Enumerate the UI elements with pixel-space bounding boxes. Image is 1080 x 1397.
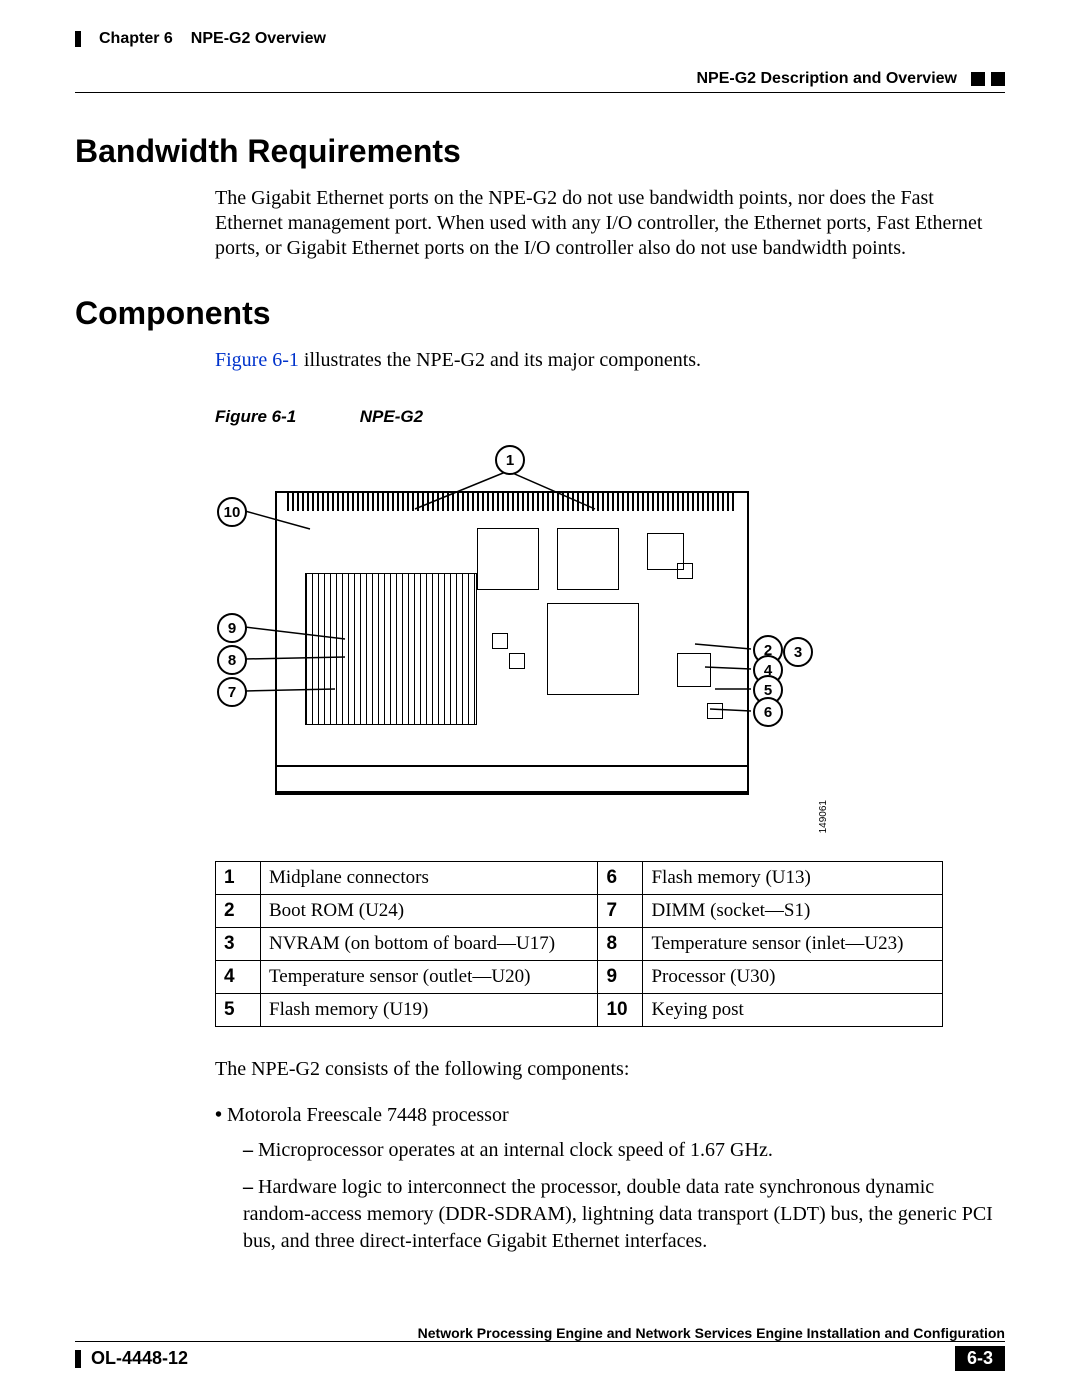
board-illustration [275, 491, 749, 795]
heading-components: Components [75, 295, 1005, 332]
component-icon [492, 633, 508, 649]
callout-9: 9 [217, 613, 247, 643]
post-table-paragraph: The NPE-G2 consists of the following com… [215, 1057, 1005, 1082]
figure-number: Figure 6-1 [215, 407, 355, 427]
faceplate-icon [275, 765, 749, 793]
footer-doc-title: Network Processing Engine and Network Se… [75, 1325, 1005, 1341]
table-num: 7 [598, 895, 643, 928]
figure-wrap: 1 2 3 4 5 6 7 8 9 10 149061 [215, 439, 1005, 839]
page-footer: Network Processing Engine and Network Se… [75, 1325, 1005, 1371]
table-desc: Temperature sensor (outlet—U20) [261, 961, 598, 994]
component-icon [677, 563, 693, 579]
table-num: 6 [598, 862, 643, 895]
table-num: 9 [598, 961, 643, 994]
table-num: 4 [216, 961, 261, 994]
table-num: 3 [216, 928, 261, 961]
components-table: 1Midplane connectors6Flash memory (U13)2… [215, 861, 943, 1027]
table-desc: DIMM (socket—S1) [643, 895, 943, 928]
table-row: 4Temperature sensor (outlet—U20)9Process… [216, 961, 943, 994]
chip-icon [547, 603, 639, 695]
components-intro: Figure 6-1 illustrates the NPE-G2 and it… [215, 348, 1005, 373]
table-row: 1Midplane connectors6Flash memory (U13) [216, 862, 943, 895]
table-desc: Boot ROM (U24) [261, 895, 598, 928]
callout-6: 6 [753, 697, 783, 727]
figure-caption: Figure 6-1 NPE-G2 [215, 407, 1005, 427]
chip-icon [677, 653, 711, 687]
heading-bandwidth: Bandwidth Requirements [75, 133, 1005, 170]
heatsink-icon [305, 573, 477, 725]
header-chapter: Chapter 6 [99, 30, 173, 48]
bullet-processor-text: Motorola Freescale 7448 processor [227, 1104, 509, 1126]
table-num: 5 [216, 994, 261, 1027]
table-desc: Midplane connectors [261, 862, 598, 895]
footer-rule [75, 1341, 1005, 1342]
component-icon [509, 653, 525, 669]
npe-g2-figure: 1 2 3 4 5 6 7 8 9 10 149061 [215, 439, 795, 839]
table-desc: NVRAM (on bottom of board—U17) [261, 928, 598, 961]
component-bullets: Motorola Freescale 7448 processor Microp… [215, 1102, 1005, 1255]
table-desc: Keying post [643, 994, 943, 1027]
table-num: 10 [598, 994, 643, 1027]
component-icon [707, 703, 723, 719]
chip-icon [557, 528, 619, 590]
footer-left: OL-4448-12 [75, 1348, 188, 1369]
chip-icon [477, 528, 539, 590]
header-left: Chapter 6 NPE-G2 Overview [75, 30, 326, 48]
callout-7: 7 [217, 677, 247, 707]
header-title: NPE-G2 Overview [191, 30, 326, 48]
callout-8: 8 [217, 645, 247, 675]
table-row: 2Boot ROM (U24)7DIMM (socket—S1) [216, 895, 943, 928]
figure-reference-link[interactable]: Figure 6-1 [215, 349, 299, 371]
midplane-connectors-icon [287, 493, 737, 511]
header-right: NPE-G2 Description and Overview [696, 70, 1005, 88]
figure-title: NPE-G2 [360, 407, 423, 426]
table-row: 5Flash memory (U19)10Keying post [216, 994, 943, 1027]
table-desc: Flash memory (U13) [643, 862, 943, 895]
table-row: 3NVRAM (on bottom of board—U17)8Temperat… [216, 928, 943, 961]
subbullet-clock: Microprocessor operates at an internal c… [243, 1137, 1005, 1164]
subbullet-hardware: Hardware logic to interconnect the proce… [243, 1174, 1005, 1255]
bullet-processor: Motorola Freescale 7448 processor Microp… [215, 1102, 1005, 1255]
table-desc: Processor (U30) [643, 961, 943, 994]
table-num: 8 [598, 928, 643, 961]
footer-bar-icon [75, 1350, 81, 1368]
header-squares-icon [971, 72, 1005, 86]
table-num: 2 [216, 895, 261, 928]
callout-10: 10 [217, 497, 247, 527]
header-section: NPE-G2 Description and Overview [696, 70, 957, 88]
header-rule [75, 92, 1005, 93]
header-bar-icon [75, 31, 81, 47]
footer-doc-code: OL-4448-12 [91, 1348, 188, 1369]
table-num: 1 [216, 862, 261, 895]
bandwidth-paragraph: The Gigabit Ethernet ports on the NPE-G2… [215, 186, 1005, 261]
table-desc: Flash memory (U19) [261, 994, 598, 1027]
figure-image-code: 149061 [818, 800, 829, 833]
callout-3: 3 [783, 637, 813, 667]
callout-1: 1 [495, 445, 525, 475]
page-number-badge: 6-3 [955, 1346, 1005, 1371]
components-intro-rest: illustrates the NPE-G2 and its major com… [299, 349, 701, 371]
table-desc: Temperature sensor (inlet—U23) [643, 928, 943, 961]
